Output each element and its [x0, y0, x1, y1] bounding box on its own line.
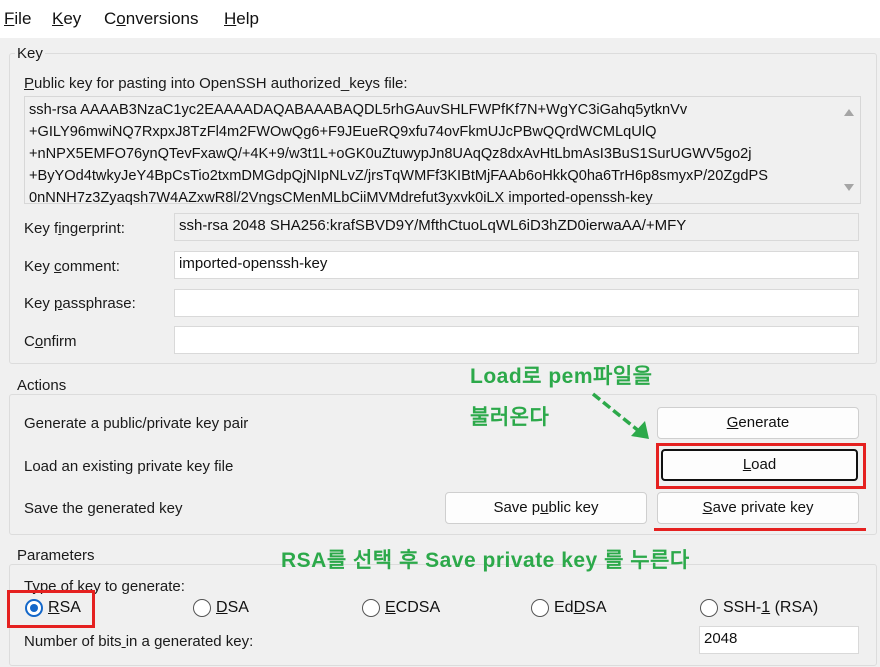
- fingerprint-field[interactable]: ssh-rsa 2048 SHA256:krafSBVD9Y/MfthCtuoL…: [174, 213, 859, 241]
- key-group-title: Key: [15, 45, 45, 62]
- confirm-label: Confirm: [24, 333, 77, 350]
- radio-eddsa-label: EdDSA: [554, 599, 607, 616]
- menu-conversions[interactable]: Conversions: [104, 9, 199, 29]
- public-key-scrollbar[interactable]: [838, 97, 860, 201]
- comment-value: imported-openssh-key: [179, 255, 328, 272]
- radio-dsa-label: DSA: [216, 599, 249, 616]
- menu-help[interactable]: Help: [224, 9, 259, 29]
- public-key-label: Public key for pasting into OpenSSH auth…: [24, 75, 408, 92]
- green-arrow-icon: [591, 392, 649, 439]
- load-button[interactable]: Load: [661, 449, 858, 481]
- fingerprint-value: ssh-rsa 2048 SHA256:krafSBVD9Y/MfthCtuoL…: [179, 217, 687, 234]
- menu-key[interactable]: Key: [52, 9, 81, 29]
- save-label: Save the generated key: [24, 500, 183, 517]
- radio-ecdsa[interactable]: [362, 599, 380, 617]
- public-key-textbox[interactable]: ssh-rsa AAAAB3NzaC1yc2EAAAADAQABAAABAQDL…: [24, 96, 861, 206]
- radio-rsa[interactable]: [25, 599, 43, 617]
- public-key-line: +nNPX5EMFO76ynQTevFxawQ/+4K+9/w3t1L+oGK0…: [29, 146, 752, 162]
- menu-file[interactable]: File: [4, 9, 31, 29]
- generate-label: Generate a public/private key pair: [24, 415, 249, 432]
- radio-eddsa[interactable]: [531, 599, 549, 617]
- scroll-up-icon[interactable]: [844, 109, 854, 116]
- generate-button[interactable]: Generate: [657, 407, 859, 439]
- public-key-line: 0nNNH7z3Zyaqsh7W4AZxwR8l/2VngsCMenMLbCii…: [29, 190, 653, 206]
- comment-field[interactable]: imported-openssh-key: [174, 251, 859, 279]
- save-private-key-button[interactable]: Save private key: [657, 492, 859, 524]
- bits-label: Number of bits in a generated key:: [24, 633, 254, 650]
- radio-rsa-label: RSA: [48, 599, 81, 616]
- save-private-underline: [654, 528, 866, 531]
- public-key-line: ssh-rsa AAAAB3NzaC1yc2EAAAADAQABAAABAQDL…: [29, 102, 688, 118]
- parameters-group-title: Parameters: [15, 547, 97, 564]
- confirm-field[interactable]: [174, 326, 859, 354]
- save-public-key-button[interactable]: Save public key: [445, 492, 647, 524]
- bits-value: 2048: [704, 630, 738, 647]
- passphrase-field[interactable]: [174, 289, 859, 317]
- scroll-down-icon[interactable]: [844, 184, 854, 191]
- annotation-load-line2: 불러온다: [470, 406, 550, 429]
- actions-group-title: Actions: [15, 377, 69, 394]
- menu-bar: File Key Conversions Help: [0, 0, 880, 38]
- radio-dsa[interactable]: [193, 599, 211, 617]
- radio-ssh1-label: SSH-1 (RSA): [723, 599, 819, 616]
- passphrase-label: Key passphrase:: [24, 295, 136, 312]
- load-label: Load an existing private key file: [24, 458, 234, 475]
- public-key-text: ssh-rsa AAAAB3NzaC1yc2EAAAADAQABAAABAQDL…: [29, 99, 835, 209]
- annotation-save-note: RSA를 선택 후 Save private key 를 누른다: [281, 549, 690, 572]
- bits-field[interactable]: 2048: [699, 626, 859, 654]
- public-key-line: +GILY96mwiNQ7RxpxJ8TzFl4m2FWOwQg6+F9JEue…: [29, 124, 657, 140]
- annotation-load-line1: Load로 pem파일을: [470, 365, 653, 388]
- fingerprint-label: Key fingerprint:: [24, 220, 125, 237]
- comment-label: Key comment:: [24, 258, 120, 275]
- radio-ssh1[interactable]: [700, 599, 718, 617]
- public-key-line: +ByYOd4twkyJeY4BpCsTio2txmDMGdpQjNIpNLvZ…: [29, 168, 768, 184]
- radio-ecdsa-label: ECDSA: [385, 599, 441, 616]
